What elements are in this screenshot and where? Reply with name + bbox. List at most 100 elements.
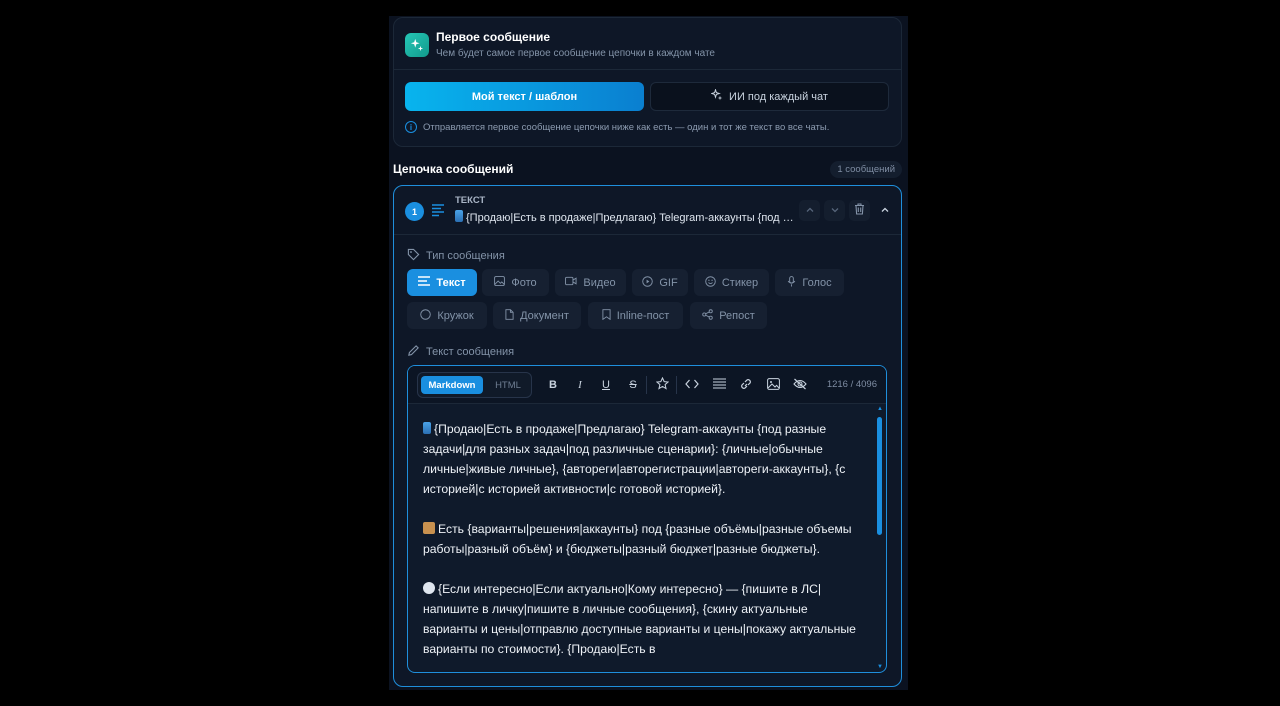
code-icon bbox=[685, 379, 699, 392]
format-switch: Markdown HTML bbox=[417, 372, 532, 398]
type-voice-label: Голос bbox=[802, 276, 832, 289]
quote-button[interactable] bbox=[710, 376, 728, 394]
tag-icon bbox=[407, 248, 420, 264]
html-tab[interactable]: HTML bbox=[488, 376, 528, 394]
sparkles-icon bbox=[405, 33, 429, 57]
message-kind: ТЕКСТ bbox=[455, 195, 486, 206]
type-text-label: Текст bbox=[436, 276, 466, 289]
bold-icon: B bbox=[549, 379, 557, 391]
text-lines-icon bbox=[418, 276, 431, 289]
italic-button[interactable]: I bbox=[571, 376, 589, 394]
bold-button[interactable]: B bbox=[544, 376, 562, 394]
chain-title: Цепочка сообщений bbox=[393, 162, 514, 176]
share-icon bbox=[702, 308, 713, 323]
toolbar-separator bbox=[646, 376, 647, 394]
scroll-up-arrow-icon[interactable]: ▲ bbox=[877, 406, 883, 412]
scroll-down-arrow-icon[interactable]: ▼ bbox=[877, 664, 883, 670]
message-card-header[interactable]: 1 ТЕКСТ {Продаю|Есть в продаже|Предлагаю… bbox=[394, 186, 901, 235]
text-lines-icon bbox=[431, 203, 445, 222]
type-text-chip[interactable]: Текст bbox=[407, 269, 477, 296]
type-document-label: Документ bbox=[520, 309, 569, 322]
paragraph-text: Есть {варианты|решения|аккаунты} под {ра… bbox=[423, 522, 852, 556]
move-up-button[interactable] bbox=[799, 200, 820, 221]
message-text-content[interactable]: {Продаю|Есть в продаже|Предлагаю} Telegr… bbox=[423, 419, 863, 672]
message-card: 1 ТЕКСТ {Продаю|Есть в продаже|Предлагаю… bbox=[393, 185, 902, 687]
strikethrough-button[interactable]: S bbox=[624, 376, 642, 394]
package-emoji-icon bbox=[423, 522, 435, 534]
image-icon bbox=[766, 377, 780, 393]
code-button[interactable] bbox=[683, 376, 701, 394]
first-message-subtitle: Чем будет самое первое сообщение цепочки… bbox=[436, 48, 715, 59]
info-text: Отправляется первое сообщение цепочки ни… bbox=[423, 121, 830, 133]
message-type-label-text: Тип сообщения bbox=[426, 250, 505, 262]
video-icon bbox=[565, 276, 577, 289]
chevron-up-icon bbox=[880, 202, 890, 220]
file-icon bbox=[505, 308, 514, 323]
type-repost-chip[interactable]: Репост bbox=[690, 302, 767, 329]
type-document-chip[interactable]: Документ bbox=[493, 302, 581, 329]
type-repost-label: Репост bbox=[719, 309, 755, 322]
play-circle-icon bbox=[642, 275, 654, 290]
phone-emoji-icon bbox=[455, 210, 463, 222]
mode-custom-text-button[interactable]: Мой текст / шаблон bbox=[405, 82, 644, 111]
paragraph: {Если интересно|Если актуально|Кому инте… bbox=[423, 579, 863, 659]
type-gif-chip[interactable]: GIF bbox=[632, 269, 688, 296]
message-preview-text: {Продаю|Есть в продаже|Предлагаю} Telegr… bbox=[466, 212, 795, 224]
divider bbox=[394, 69, 901, 70]
type-sticker-label: Стикер bbox=[721, 276, 759, 289]
editor-toolbar: Markdown HTML B I U S 1216 / 4096 bbox=[408, 366, 886, 404]
editor-scrollbar-thumb[interactable] bbox=[877, 417, 882, 535]
message-preview: {Продаю|Есть в продаже|Предлагаю} Telegr… bbox=[455, 210, 795, 224]
message-text-label-text: Текст сообщения bbox=[426, 346, 515, 358]
spoiler-button[interactable] bbox=[653, 376, 671, 394]
message-type-label: Тип сообщения bbox=[407, 248, 505, 264]
underline-button[interactable]: U bbox=[597, 376, 615, 394]
image-icon bbox=[494, 276, 506, 289]
bookmark-icon bbox=[602, 308, 611, 323]
link-button[interactable] bbox=[737, 376, 755, 394]
first-message-card: Первое сообщение Чем будет самое первое … bbox=[393, 17, 902, 147]
insert-image-button[interactable] bbox=[764, 376, 782, 394]
pencil-icon bbox=[407, 344, 420, 360]
first-message-title: Первое сообщение bbox=[436, 30, 551, 44]
markdown-tab[interactable]: Markdown bbox=[421, 376, 483, 394]
underline-icon: U bbox=[602, 379, 610, 391]
type-circle-label: Кружок bbox=[437, 309, 474, 322]
circle-icon bbox=[420, 308, 432, 323]
type-video-label: Видео bbox=[583, 276, 616, 289]
chevron-down-icon bbox=[830, 202, 840, 220]
align-lines-icon bbox=[712, 378, 726, 392]
speech-bubble-emoji-icon bbox=[423, 582, 435, 594]
first-message-info: i Отправляется первое сообщение цепочки … bbox=[405, 121, 829, 133]
hide-preview-button[interactable] bbox=[791, 376, 809, 394]
paragraph: {Продаю|Есть в продаже|Предлагаю} Telegr… bbox=[423, 419, 863, 499]
type-photo-label: Фото bbox=[511, 276, 537, 289]
type-gif-label: GIF bbox=[659, 276, 678, 289]
type-inline-post-label: Inline-пост bbox=[616, 309, 670, 322]
chain-editor-panel: Первое сообщение Чем будет самое первое … bbox=[389, 16, 908, 690]
chain-count-badge: 1 сообщений bbox=[830, 161, 902, 178]
star-icon bbox=[655, 376, 669, 393]
char-counter: 1216 / 4096 bbox=[826, 379, 877, 390]
type-voice-chip[interactable]: Голос bbox=[775, 269, 844, 296]
mode-ai-button[interactable]: ИИ под каждый чат bbox=[650, 82, 889, 111]
type-inline-post-chip[interactable]: Inline-пост bbox=[588, 302, 683, 329]
paragraph: Есть {варианты|решения|аккаунты} под {ра… bbox=[423, 519, 863, 559]
message-text-label: Текст сообщения bbox=[407, 344, 514, 360]
message-text-editor[interactable]: Markdown HTML B I U S 1216 / 4096 {Прода… bbox=[407, 365, 887, 673]
move-down-button[interactable] bbox=[824, 200, 845, 221]
phone-emoji-icon bbox=[423, 422, 431, 434]
italic-icon: I bbox=[578, 379, 582, 391]
chevron-up-icon bbox=[805, 202, 815, 220]
type-circle-chip[interactable]: Кружок bbox=[407, 302, 487, 329]
type-video-chip[interactable]: Видео bbox=[555, 269, 626, 296]
collapse-button[interactable] bbox=[874, 200, 895, 221]
trash-icon bbox=[854, 202, 865, 220]
mode-ai-label: ИИ под каждый чат bbox=[729, 90, 828, 103]
type-photo-chip[interactable]: Фото bbox=[482, 269, 549, 296]
paragraph-text: {Продаю|Есть в продаже|Предлагаю} Telegr… bbox=[423, 422, 846, 496]
smile-icon bbox=[705, 275, 716, 290]
type-sticker-chip[interactable]: Стикер bbox=[694, 269, 769, 296]
link-icon bbox=[739, 378, 753, 393]
delete-button[interactable] bbox=[849, 200, 870, 221]
